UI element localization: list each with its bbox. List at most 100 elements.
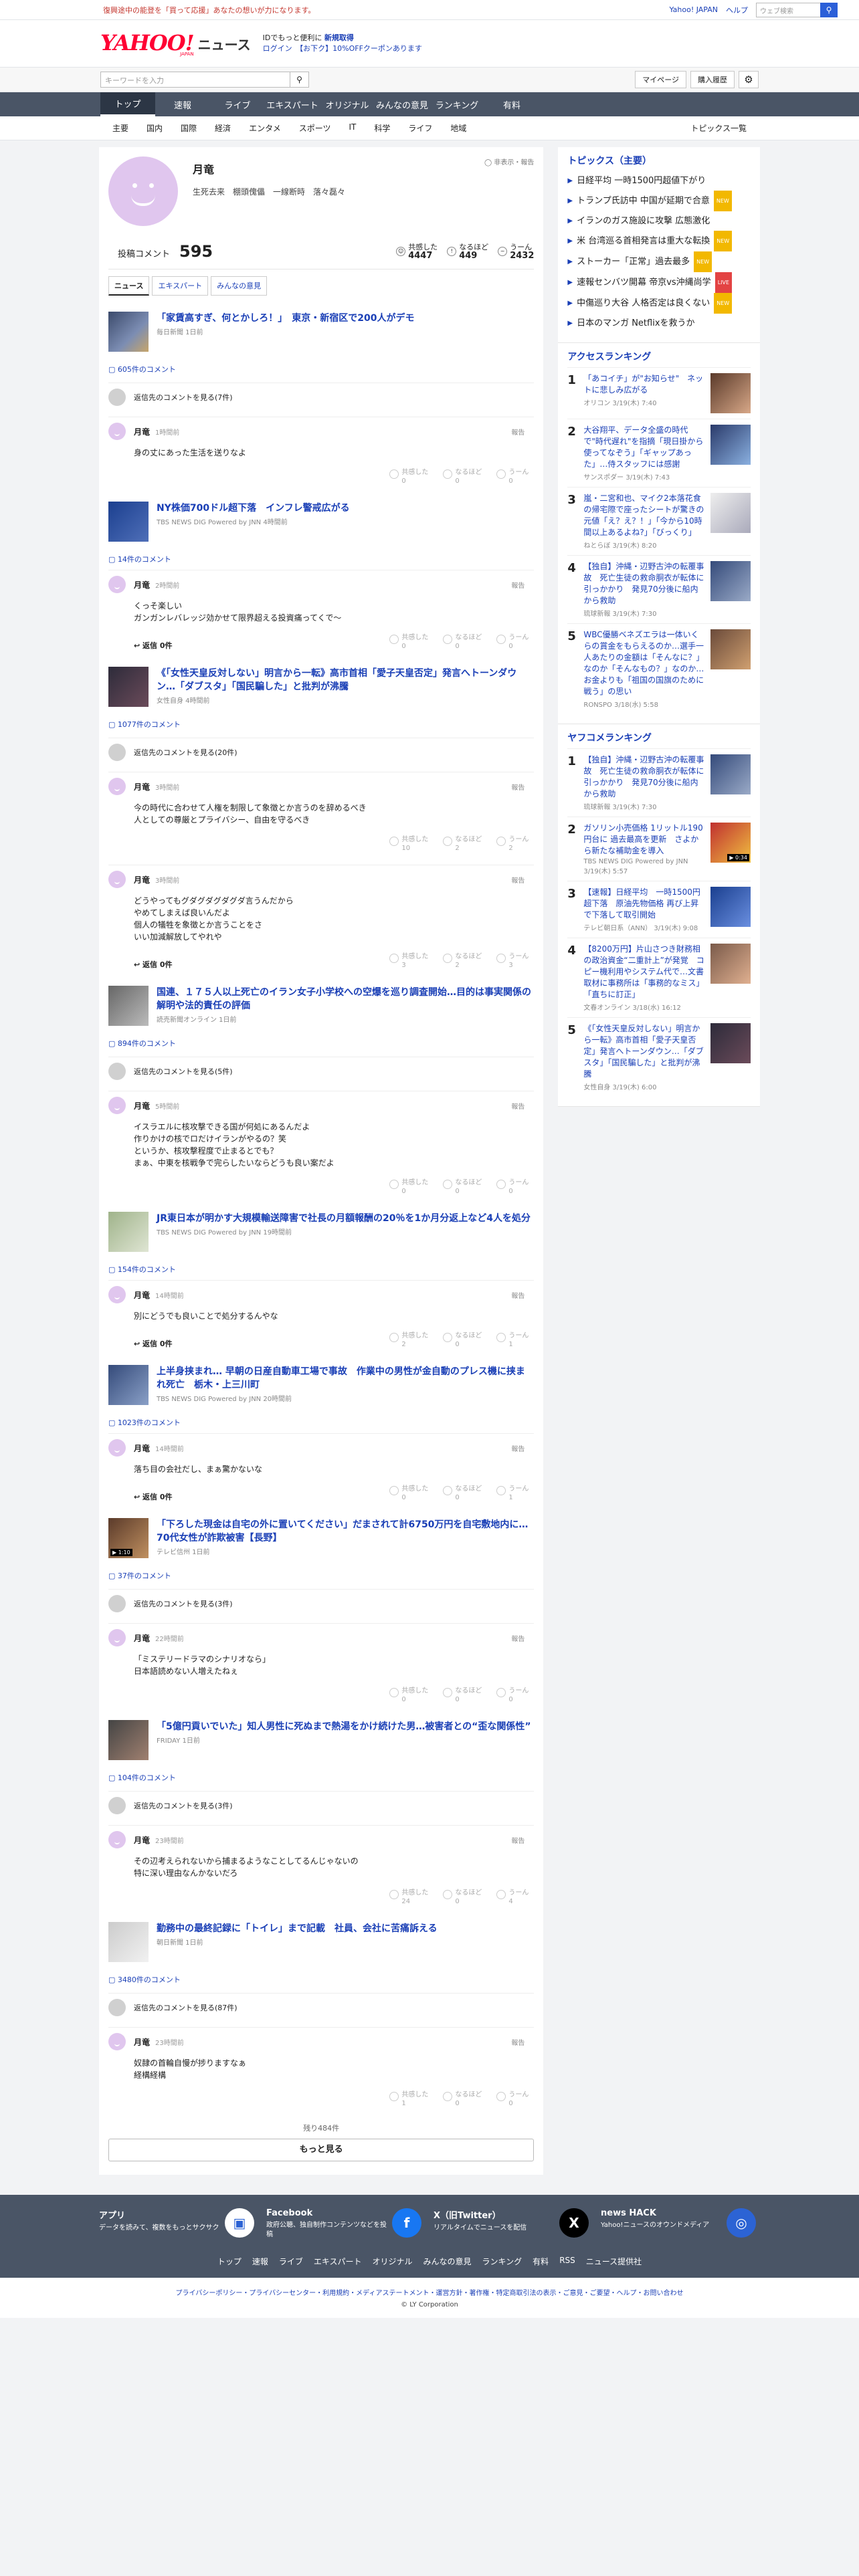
rank-title[interactable]: WBC優勝ベネズエラは一体いくらの賞金をもらえるのか…選手一人あたりの金額は「そ… bbox=[583, 629, 705, 697]
topic-title[interactable]: 速報センバツ開幕 帝京vs沖縄尚学 bbox=[577, 273, 711, 292]
nav-tab[interactable]: ランキング bbox=[430, 92, 484, 116]
legal-text[interactable]: プライバシーポリシー・プライバシーセンター・利用規約・メディアステートメント・運… bbox=[0, 2287, 859, 2297]
report-link[interactable]: 報告 bbox=[511, 1633, 524, 1643]
ranking-item[interactable]: 4 【独自】沖縄・辺野古沖の転覆事故 死亡生徒の救命胴衣が転体に引っかかり 発見7… bbox=[567, 555, 751, 623]
empathy-button[interactable]: 共感した 10 bbox=[389, 835, 428, 853]
rank-title[interactable]: 【独自】沖縄・辺野古沖の転覆事故 死亡生徒の救命胴衣が転体に引っかかり 発見70… bbox=[583, 754, 705, 800]
hmm-button[interactable]: うーん 2 bbox=[496, 835, 529, 853]
footer-link[interactable]: ライブ bbox=[279, 2256, 303, 2267]
reply-source-link[interactable]: 返信先のコメントを見る(87件) bbox=[134, 2002, 237, 2013]
insight-button[interactable]: なるほど 0 bbox=[443, 468, 482, 486]
signup-link[interactable]: 新規取得 bbox=[324, 33, 354, 42]
article-title[interactable]: NY株価700ドル超下落 インフレ警戒広がる bbox=[157, 502, 350, 515]
category-tab[interactable]: 国内 bbox=[147, 122, 163, 134]
rank-title[interactable]: ガソリン小売価格 1リットル190円台に 過去最高を更新 さよから新たな補助金を… bbox=[583, 823, 705, 857]
reply-source-link[interactable]: 返信先のコメントを見る(7件) bbox=[134, 392, 233, 403]
comment-author[interactable]: 月竜 bbox=[134, 1289, 150, 1301]
nav-tab[interactable]: 有料 bbox=[484, 92, 539, 116]
comment-author[interactable]: 月竜 bbox=[134, 781, 150, 792]
footer-link[interactable]: エキスパート bbox=[314, 2256, 362, 2267]
rank-title[interactable]: 【速報】日経平均 一時1500円超下落 原油先物価格 再び上昇で下落して取引開始 bbox=[583, 887, 705, 921]
reply-source-row[interactable]: 返信先のコメントを見る(20件) bbox=[108, 738, 535, 766]
footer-app[interactable]: X（旧Twitter） リアルタイムでニュースを配信 X bbox=[434, 2208, 589, 2240]
article-title[interactable]: 勤務中の最終記録に「トイレ」まで記載 社員、会社に苦痛訴える bbox=[157, 1922, 438, 1935]
comment-author[interactable]: 月竜 bbox=[134, 426, 150, 437]
hmm-button[interactable]: うーん 1 bbox=[496, 1331, 529, 1349]
empathy-button[interactable]: 共感した 0 bbox=[389, 633, 428, 651]
keyword-input[interactable]: キーワードを入力 bbox=[100, 72, 290, 88]
rank-title[interactable]: 嵐・二宮和也、マイク2本落花食の帰宅際で座ったシートが驚きの元値「え？え？！」「… bbox=[583, 493, 705, 538]
comment-count-link[interactable]: ▢ 1023件のコメント bbox=[108, 1417, 534, 1428]
empathy-button[interactable]: 共感した 2 bbox=[389, 1331, 428, 1349]
article-thumbnail[interactable] bbox=[108, 1365, 149, 1405]
article-thumbnail[interactable] bbox=[108, 312, 149, 352]
report-link[interactable]: 報告 bbox=[511, 782, 524, 792]
reply-source-row[interactable]: 返信先のコメントを見る(5件) bbox=[108, 1057, 535, 1085]
report-link[interactable]: 報告 bbox=[511, 1835, 524, 1845]
article-title[interactable]: 「家賃高すぎ、何とかしろ！」 東京・新宿区で200人がデモ bbox=[157, 312, 415, 325]
reply-source-row[interactable]: 返信先のコメントを見る(3件) bbox=[108, 1791, 535, 1820]
footer-link[interactable]: オリジナル bbox=[373, 2256, 413, 2267]
ranking-item[interactable]: 4 【8200万円】片山さつき財務相の政治資金“二重計上”が発覚 コピー機利用やシ… bbox=[567, 938, 751, 1017]
category-tab[interactable]: エンタメ bbox=[249, 122, 281, 134]
reply-source-link[interactable]: 返信先のコメントを見る(3件) bbox=[134, 1800, 233, 1811]
gear-icon[interactable]: ⚙ bbox=[739, 71, 759, 88]
report-link[interactable]: 報告 bbox=[511, 875, 524, 885]
insight-button[interactable]: なるほど 0 bbox=[443, 1178, 482, 1196]
insight-button[interactable]: なるほど 0 bbox=[443, 1331, 482, 1349]
comment-author[interactable]: 月竜 bbox=[134, 1834, 150, 1846]
hmm-button[interactable]: うーん 0 bbox=[496, 1687, 529, 1704]
footer-link[interactable]: 有料 bbox=[533, 2256, 549, 2267]
history-button[interactable]: 購入履歴 bbox=[690, 71, 735, 88]
coupon-link[interactable]: 【お下ク】10%OFFクーポンあります bbox=[300, 44, 422, 53]
article-thumbnail[interactable] bbox=[108, 986, 149, 1026]
insight-button[interactable]: なるほど 0 bbox=[443, 2090, 482, 2108]
reply-source-link[interactable]: 返信先のコメントを見る(5件) bbox=[134, 1066, 233, 1077]
article-title[interactable]: 上半身挟まれ… 早朝の日産自動車工場で事故 作業中の男性が金自動のプレス機に挟ま… bbox=[157, 1365, 534, 1392]
privacy-button[interactable]: ◯ 非表示・報告 bbox=[484, 156, 534, 167]
notice-link[interactable]: 復興途中の能登を「買って応援」あなたの想いが力になります。 bbox=[103, 5, 315, 15]
reply-toggle[interactable]: ↩ 返信 0件 bbox=[134, 640, 173, 651]
insight-button[interactable]: なるほど 2 bbox=[443, 952, 482, 970]
topic-item[interactable]: ▶ イランのガス施設に攻撃 広態激化 bbox=[567, 211, 751, 231]
more-button[interactable]: もっと見る bbox=[108, 2139, 535, 2161]
topic-item[interactable]: ▶ ストーカー「正常」過去最多 NEW bbox=[567, 251, 751, 272]
article-thumbnail[interactable] bbox=[108, 667, 149, 707]
insight-button[interactable]: なるほど 2 bbox=[443, 835, 482, 853]
rank-thumbnail[interactable] bbox=[710, 425, 751, 465]
article-title[interactable]: JR東日本が明かす大規模輸送障害で社長の月額報酬の20％を1か月分返上など4人を… bbox=[157, 1212, 531, 1225]
hmm-button[interactable]: うーん 0 bbox=[496, 2090, 529, 2108]
empathy-button[interactable]: 共感した 0 bbox=[389, 1687, 428, 1704]
category-tab[interactable]: 主要 bbox=[112, 122, 128, 134]
report-link[interactable]: 報告 bbox=[511, 1443, 524, 1453]
ranking-item[interactable]: 1 【独自】沖縄・辺野古沖の転覆事故 死亡生徒の救命胴衣が転体に引っかかり 発見7… bbox=[567, 748, 751, 817]
web-search-input[interactable]: ウェブ検索 bbox=[756, 2, 820, 17]
nav-tab[interactable]: ライブ bbox=[210, 92, 265, 116]
topic-item[interactable]: ▶ 中傷巡り大谷 人格否定は良くない NEW bbox=[567, 293, 751, 314]
ranking-item[interactable]: 3 嵐・二宮和也、マイク2本落花食の帰宅際で座ったシートが驚きの元値「え？え？！」… bbox=[567, 487, 751, 555]
article-title[interactable]: 「5億円貢いでいた」知人男性に死ぬまで熱湯をかけ続けた男…被害者との“歪な関係性… bbox=[157, 1720, 531, 1733]
empathy-button[interactable]: 共感した 1 bbox=[389, 2090, 428, 2108]
footer-link[interactable]: 速報 bbox=[252, 2256, 268, 2267]
my-page-button[interactable]: マイページ bbox=[635, 71, 686, 88]
rank-thumbnail[interactable] bbox=[710, 887, 751, 927]
footer-link[interactable]: みんなの意見 bbox=[423, 2256, 472, 2267]
empathy-button[interactable]: 共感した 3 bbox=[389, 952, 428, 970]
category-tab[interactable]: 地域 bbox=[450, 122, 466, 134]
topic-item[interactable]: ▶ 日経平均 一時1500円超値下がり bbox=[567, 171, 751, 191]
category-tab[interactable]: 国際 bbox=[181, 122, 197, 134]
rank-title[interactable]: 大谷翔平、データ全盛の時代で"時代遅れ"を指摘「現日掛から使ってなぞう」「ギャッ… bbox=[583, 425, 705, 470]
article-thumbnail[interactable]: ▶ 1:10 bbox=[108, 1518, 149, 1558]
insight-button[interactable]: なるほど 0 bbox=[443, 1485, 482, 1502]
hmm-button[interactable]: うーん 3 bbox=[496, 952, 529, 970]
insight-button[interactable]: なるほど 0 bbox=[443, 1889, 482, 1906]
rank-thumbnail[interactable] bbox=[710, 944, 751, 984]
comment-count-link[interactable]: ▢ 894件のコメント bbox=[108, 1038, 534, 1049]
access-ranking-header[interactable]: アクセスランキング bbox=[567, 350, 751, 363]
rank-title[interactable]: 【独自】沖縄・辺野古沖の転覆事故 死亡生徒の救命胴衣が転体に引っかかり 発見70… bbox=[583, 561, 705, 607]
footer-app[interactable]: アプリ データを読みて、複数をもっとサクサク ▣ bbox=[99, 2208, 254, 2240]
ranking-item[interactable]: 3 【速報】日経平均 一時1500円超下落 原油先物価格 再び上昇で下落して取引開… bbox=[567, 881, 751, 938]
rank-thumbnail[interactable] bbox=[710, 373, 751, 413]
topic-title[interactable]: 日経平均 一時1500円超値下がり bbox=[577, 171, 706, 191]
comment-count-link[interactable]: ▢ 605件のコメント bbox=[108, 364, 534, 374]
